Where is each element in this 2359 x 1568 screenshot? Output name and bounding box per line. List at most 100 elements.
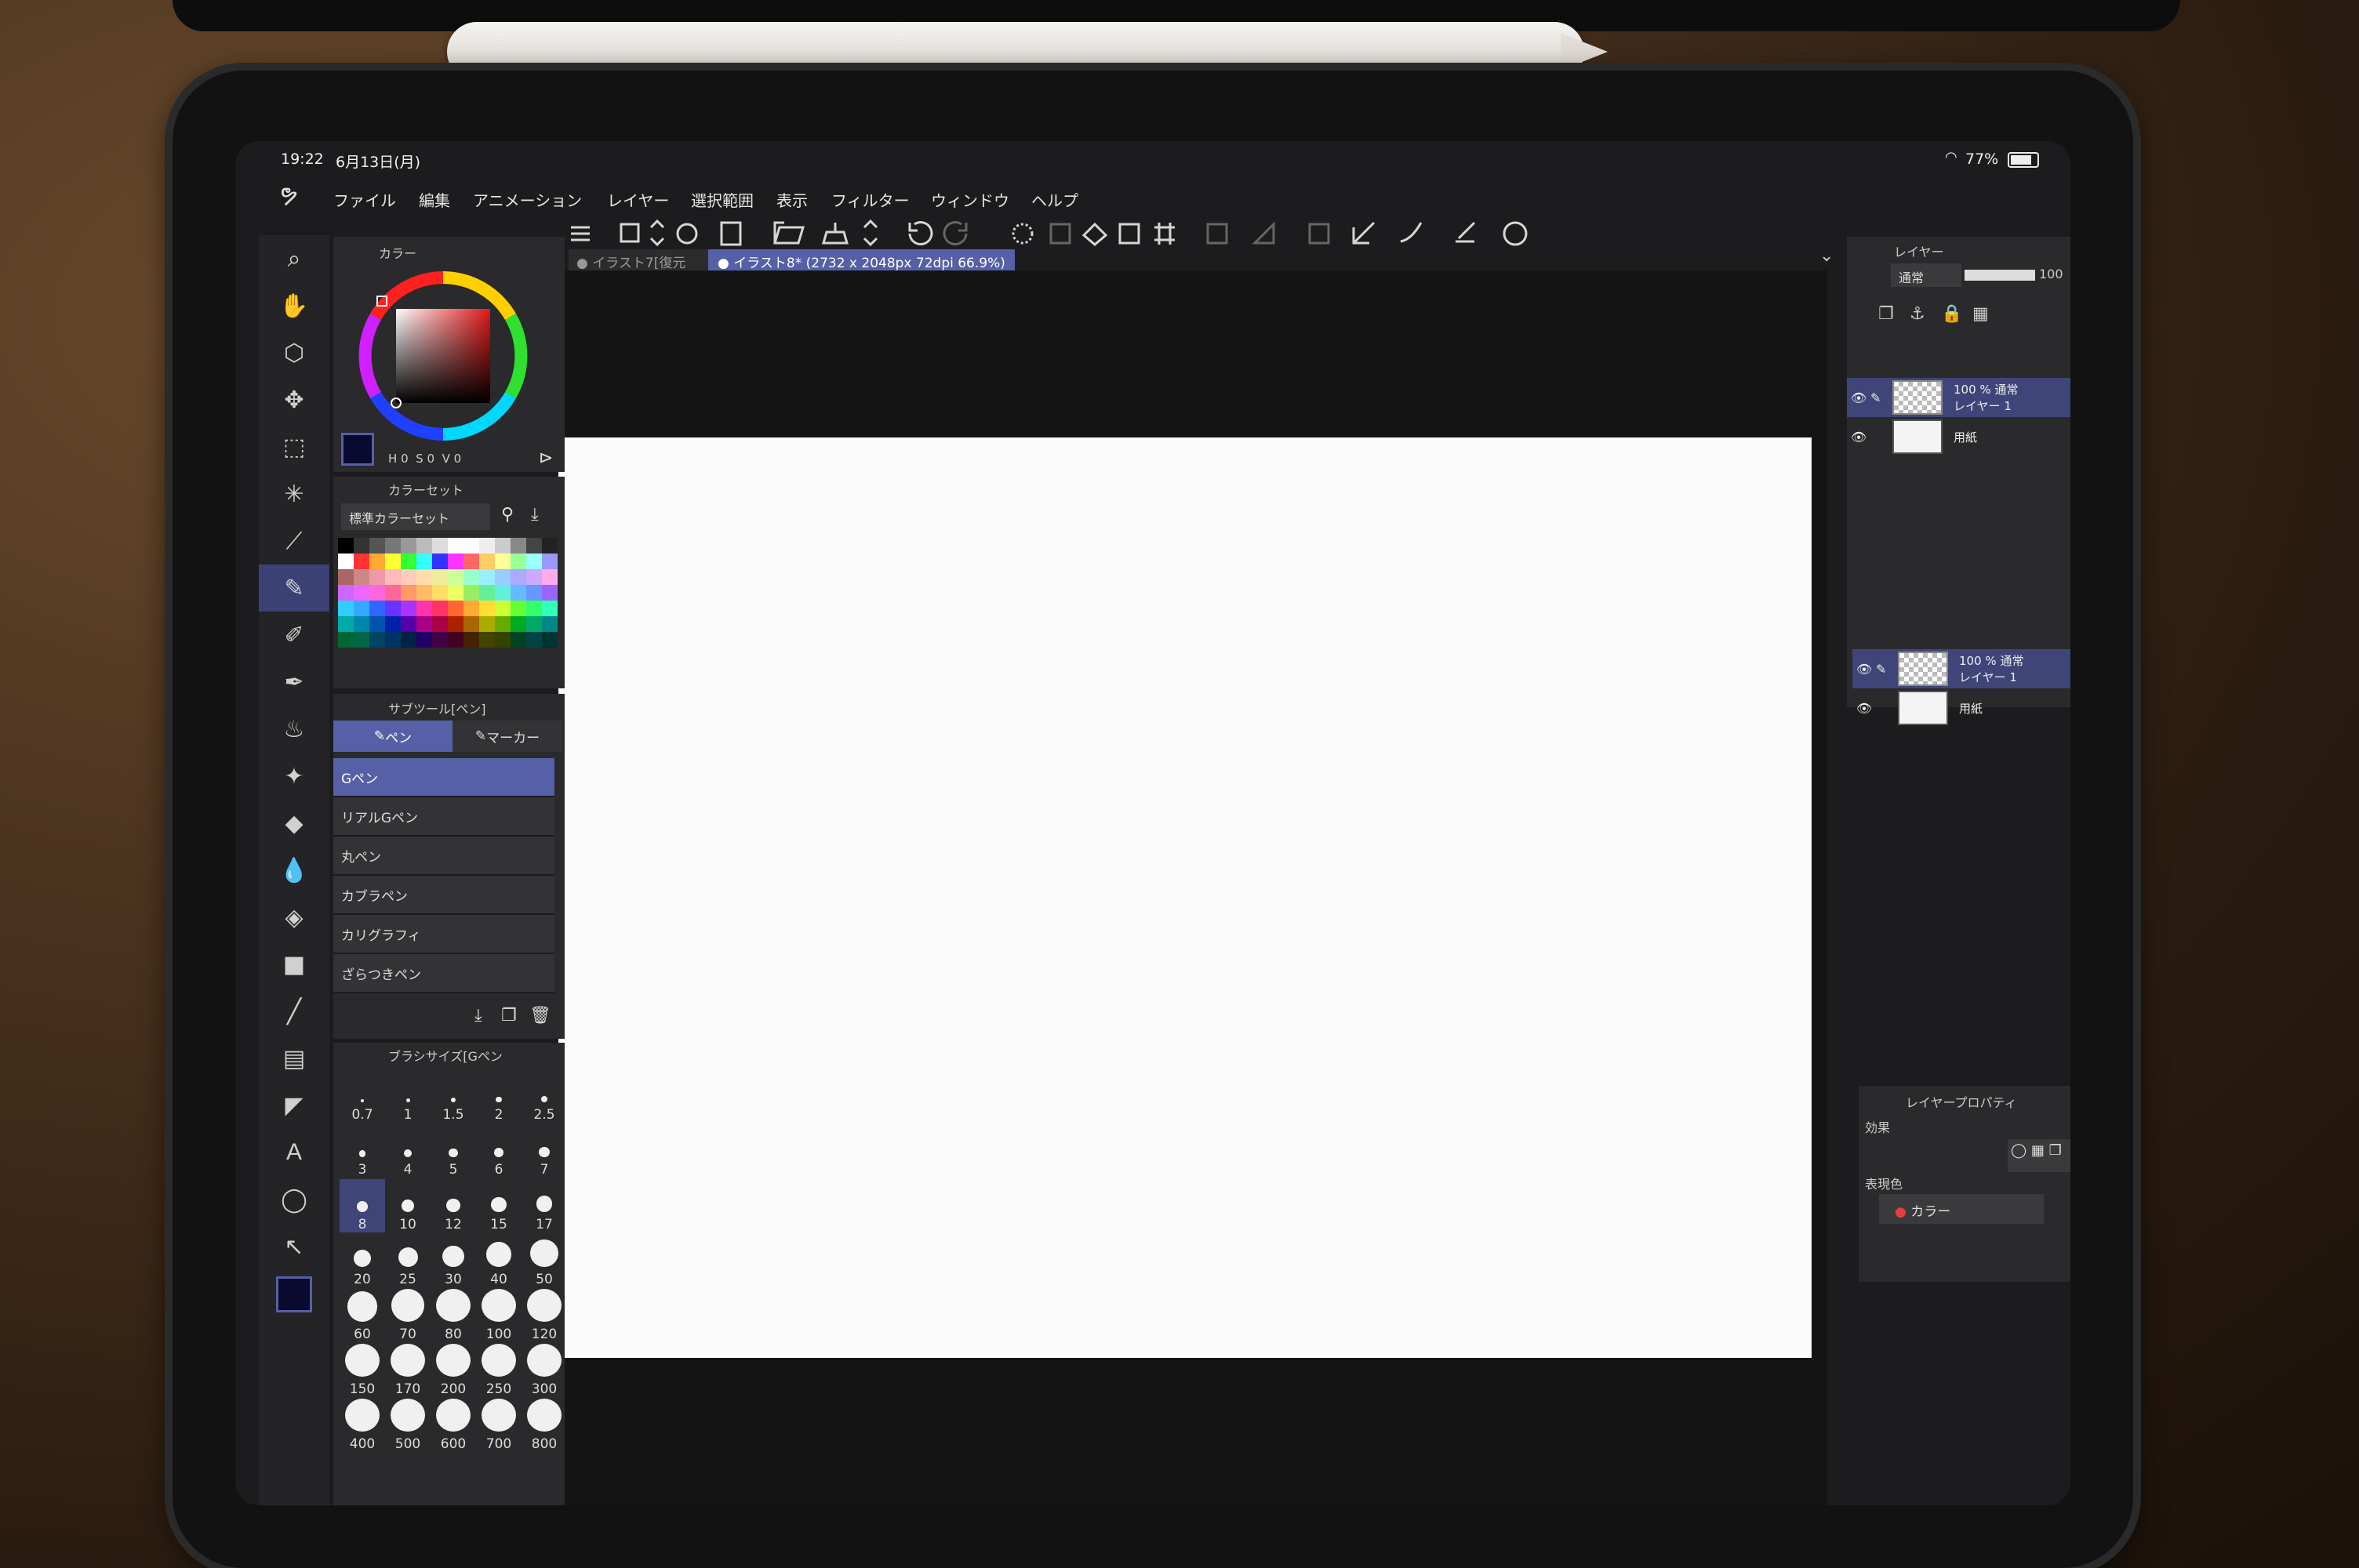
auto-select-tool-icon[interactable]: ✳	[259, 470, 329, 517]
color-swatch[interactable]	[432, 585, 448, 601]
color-swatch[interactable]	[463, 616, 479, 632]
color-swatch[interactable]	[385, 616, 401, 632]
chevron-down-icon[interactable]: ⌄	[1819, 246, 1834, 266]
selection-tool-icon[interactable]: ⬚	[259, 423, 329, 470]
color-swatch[interactable]	[463, 632, 479, 648]
color-swatch[interactable]	[526, 632, 542, 648]
color-swatch[interactable]	[495, 538, 511, 554]
gradient-tool-icon[interactable]: ■	[259, 941, 329, 988]
brush-size-option[interactable]: 5	[431, 1124, 476, 1178]
color-swatch[interactable]	[542, 616, 558, 632]
color-swatch[interactable]	[416, 616, 432, 632]
color-swatch[interactable]	[526, 601, 542, 616]
subtool-item-kabura-pen[interactable]: カブラペン	[333, 876, 554, 915]
brush-size-option[interactable]: 600	[431, 1399, 476, 1452]
eraser-tool-icon[interactable]: ◆	[259, 800, 329, 847]
color-wheel[interactable]	[349, 262, 537, 450]
lock-icon[interactable]: 🔒	[1941, 304, 1962, 324]
color-swatch[interactable]	[526, 616, 542, 632]
brush-size-option[interactable]: 800	[522, 1399, 567, 1452]
app-logo-icon[interactable]: ຯ	[279, 180, 298, 208]
brush-size-option[interactable]: 250	[476, 1344, 522, 1397]
menu-file[interactable]: ファイル	[333, 188, 396, 211]
delete-subtool-icon[interactable]: 🗑	[529, 1006, 551, 1025]
blend-mode-select[interactable]: 通常	[1891, 263, 1961, 287]
color-swatch[interactable]	[448, 569, 463, 585]
main-color-swatch[interactable]	[276, 1276, 312, 1312]
subtool-item-round-pen[interactable]: 丸ペン	[333, 837, 554, 876]
balloon-tool-icon[interactable]: ◯	[259, 1176, 329, 1223]
color-swatch[interactable]	[479, 632, 495, 648]
brush-size-option[interactable]: 70	[385, 1289, 431, 1342]
layer-row-1-duplicate[interactable]: 👁 ✎ 100 % 通常 レイヤー 1	[1852, 649, 2070, 688]
brush-size-option[interactable]: 7	[522, 1124, 567, 1178]
color-swatch[interactable]	[479, 616, 495, 632]
color-swatch[interactable]	[463, 569, 479, 585]
add-subtool-icon[interactable]: ⤓	[474, 1006, 482, 1025]
color-swatch[interactable]	[511, 538, 526, 554]
hand-tool-icon[interactable]: ✋	[259, 282, 329, 329]
brush-size-option[interactable]: 3	[340, 1124, 385, 1178]
color-swatch[interactable]	[338, 538, 354, 554]
play-icon[interactable]: ⊳	[539, 448, 553, 468]
copy-subtool-icon[interactable]: ❐	[501, 1006, 517, 1025]
correct-line-tool-icon[interactable]: ↖	[259, 1223, 329, 1270]
color-swatch[interactable]	[463, 554, 479, 569]
brush-size-option[interactable]: 50	[522, 1234, 567, 1287]
brush-tool-icon[interactable]: ✒	[259, 659, 329, 706]
brush-size-option[interactable]: 100	[476, 1289, 522, 1342]
brush-size-option[interactable]: 12	[431, 1179, 476, 1232]
wrench-icon[interactable]: ⚲	[501, 505, 514, 524]
color-swatch[interactable]	[401, 601, 416, 616]
brush-size-option[interactable]: 400	[340, 1399, 385, 1452]
color-swatch[interactable]	[338, 585, 354, 601]
color-swatch-main[interactable]	[341, 433, 374, 466]
color-swatch[interactable]	[479, 601, 495, 616]
color-swatch[interactable]	[369, 554, 385, 569]
color-swatch[interactable]	[354, 585, 369, 601]
color-swatch[interactable]	[369, 601, 385, 616]
color-swatch[interactable]	[385, 632, 401, 648]
color-swatch[interactable]	[354, 616, 369, 632]
color-swatch[interactable]	[385, 538, 401, 554]
color-swatch[interactable]	[495, 632, 511, 648]
layer-new-icon[interactable]: ❐	[1878, 304, 1894, 324]
color-swatch[interactable]	[369, 632, 385, 648]
tab-marker[interactable]: ✎ マーカー	[453, 720, 562, 752]
color-swatch[interactable]	[354, 554, 369, 569]
brush-size-option[interactable]: 700	[476, 1399, 522, 1452]
color-swatch[interactable]	[448, 601, 463, 616]
ruler-tool-icon[interactable]: ◤	[259, 1082, 329, 1129]
color-swatch[interactable]	[354, 569, 369, 585]
color-swatch[interactable]	[495, 601, 511, 616]
brush-size-option[interactable]: 6	[476, 1124, 522, 1178]
brush-size-option[interactable]: 0.7	[340, 1069, 385, 1123]
color-swatch[interactable]	[495, 616, 511, 632]
menu-edit[interactable]: 編集	[419, 188, 450, 211]
brush-size-option[interactable]: 200	[431, 1344, 476, 1397]
brush-size-option[interactable]: 2	[476, 1069, 522, 1123]
color-swatch[interactable]	[542, 554, 558, 569]
color-swatch[interactable]	[385, 585, 401, 601]
subtool-item-rough-pen[interactable]: ざらつきペン	[333, 954, 554, 993]
color-swatch[interactable]	[338, 616, 354, 632]
tab-pen[interactable]: ✎ ペン	[333, 720, 453, 752]
layer-clip-icon[interactable]: ⚓	[1910, 304, 1925, 324]
layer-row-paper-duplicate[interactable]: 👁 用紙	[1852, 688, 2070, 728]
color-swatch[interactable]	[369, 538, 385, 554]
eye-icon[interactable]: 👁	[1852, 662, 1876, 677]
fill-tool-icon[interactable]: ◈	[259, 894, 329, 941]
color-swatch[interactable]	[479, 585, 495, 601]
color-swatch[interactable]	[511, 585, 526, 601]
color-swatch[interactable]	[495, 569, 511, 585]
brush-size-option[interactable]: 2.5	[522, 1069, 567, 1123]
color-swatch[interactable]	[401, 616, 416, 632]
color-swatch[interactable]	[338, 601, 354, 616]
color-swatch[interactable]	[511, 632, 526, 648]
color-swatch[interactable]	[463, 585, 479, 601]
color-swatch[interactable]	[416, 554, 432, 569]
figure-tool-icon[interactable]: ╱	[259, 988, 329, 1035]
color-swatch[interactable]	[369, 585, 385, 601]
color-swatch[interactable]	[448, 632, 463, 648]
subtool-item-g-pen[interactable]: Gペン	[333, 758, 554, 797]
